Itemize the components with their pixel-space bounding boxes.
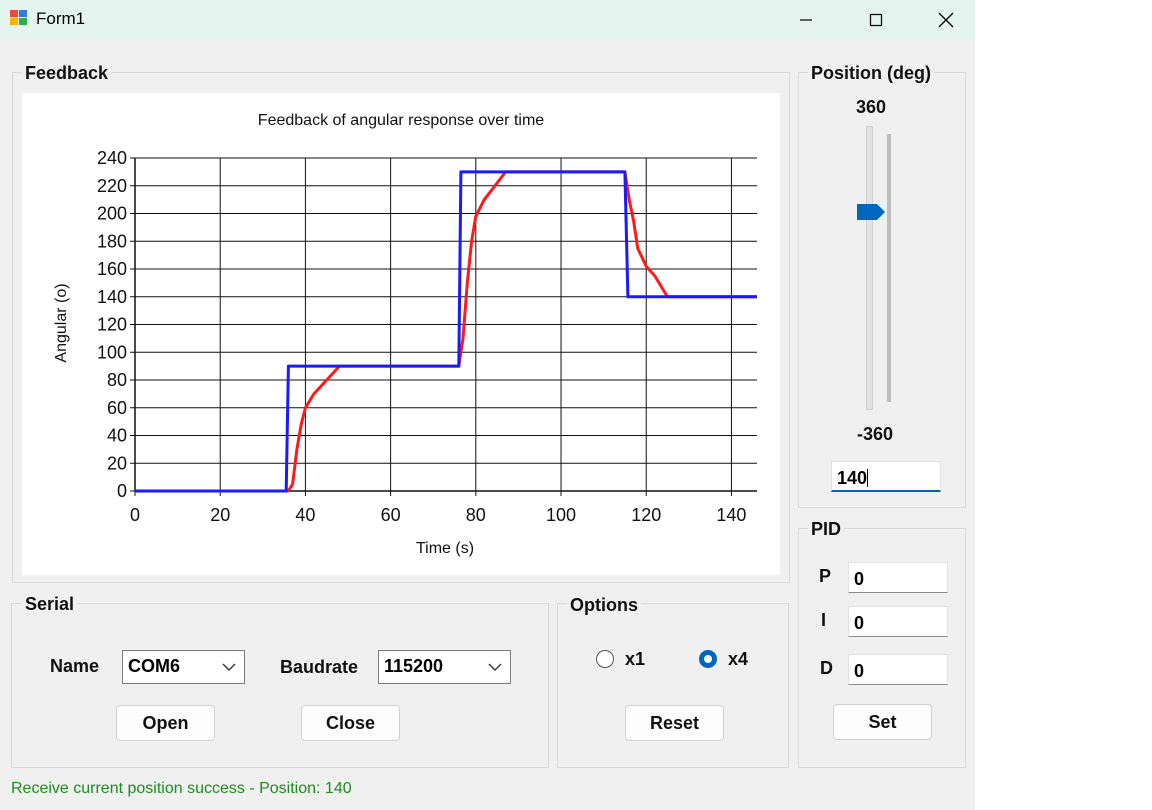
chart-title: Feedback of angular response over time: [258, 112, 544, 129]
d-input[interactable]: 0: [848, 654, 948, 685]
minimize-icon: [800, 19, 812, 21]
y-tick-labels: 0 20 40 60 80 100 120 140 160 180 200 220 240: [97, 148, 127, 501]
y-tick-label: 160: [97, 259, 127, 279]
radio-dot: [704, 655, 712, 663]
name-label: Name: [50, 656, 100, 676]
x4-label: x4: [728, 649, 749, 669]
options-group: [557, 603, 789, 768]
options-group-title: Options: [567, 594, 641, 616]
close-port-button[interactable]: Close: [301, 705, 400, 741]
x-tick-labels: 0 20 40 60 80 100 120 140: [130, 505, 746, 525]
pid-group-title: PID: [808, 518, 845, 540]
window-title: Form1: [36, 9, 86, 28]
baudrate-select[interactable]: 115200: [378, 650, 511, 684]
y-tick-label: 40: [107, 426, 127, 446]
baudrate-label: Baudrate: [280, 657, 359, 677]
close-icon: [938, 12, 954, 28]
main-window: Form1 Feedback 0 20 40 60 80 100 120 140 160 180 2…: [0, 0, 975, 810]
status-message: Receive current position success - Posit…: [11, 780, 352, 797]
set-button[interactable]: Set: [833, 704, 932, 740]
i-input[interactable]: 0: [848, 606, 948, 637]
chevron-down-icon: [222, 663, 236, 671]
position-input-value: 140: [837, 468, 868, 488]
x-tick-label: 40: [295, 505, 315, 525]
y-tick-label: 140: [97, 287, 127, 307]
y-tick-label: 180: [97, 231, 127, 251]
y-axis-label: Angular (o): [53, 283, 70, 362]
x-tick-label: 20: [210, 505, 230, 525]
x-tick-label: 60: [381, 505, 401, 525]
chart-grid: [130, 157, 757, 496]
reset-button[interactable]: Reset: [625, 705, 724, 741]
chart-area: 0 20 40 60 80 100 120 140 160 180 200 220 240 0 20 40 6…: [22, 93, 780, 575]
x-tick-label: 80: [466, 505, 486, 525]
series-line: [135, 170, 757, 493]
x-tick-label: 0: [130, 505, 140, 525]
baudrate-select-value: 115200: [384, 656, 444, 676]
maximize-icon: [869, 13, 883, 27]
p-input[interactable]: 0: [848, 562, 948, 593]
position-slider-thumb[interactable]: [856, 202, 886, 222]
port-select[interactable]: COM6: [122, 650, 245, 684]
x1-label: x1: [625, 649, 646, 669]
close-window-button[interactable]: [912, 0, 980, 40]
p-label: P: [819, 566, 832, 586]
x1-radio[interactable]: [596, 650, 614, 668]
port-select-value: COM6: [128, 656, 181, 676]
serial-group: [11, 603, 549, 768]
open-button[interactable]: Open: [116, 705, 215, 741]
title-bar: Form1: [0, 0, 975, 40]
y-tick-label: 220: [97, 176, 127, 196]
x-tick-label: 120: [631, 505, 661, 525]
position-slider-track[interactable]: [866, 126, 873, 410]
position-input[interactable]: 140: [831, 461, 941, 492]
position-group-title: Position (deg): [808, 62, 934, 84]
serial-group-title: Serial: [22, 593, 78, 615]
y-tick-label: 240: [97, 148, 127, 168]
minimize-button[interactable]: [772, 0, 840, 40]
series-line: [135, 170, 757, 493]
d-label: D: [820, 658, 833, 678]
position-max-label: 360: [856, 97, 887, 117]
x-tick-label: 100: [546, 505, 576, 525]
y-tick-label: 0: [117, 481, 127, 501]
maximize-button[interactable]: [842, 0, 910, 40]
x-axis-label: Time (s): [416, 540, 474, 557]
y-tick-label: 100: [97, 342, 127, 362]
i-label: I: [821, 610, 827, 630]
x-tick-label: 140: [716, 505, 746, 525]
x4-radio[interactable]: [699, 650, 717, 668]
y-tick-label: 20: [107, 453, 127, 473]
chart-series: [135, 170, 757, 493]
feedback-chart: 0 20 40 60 80 100 120 140 160 180 200 220 240 0 20 40 6…: [53, 112, 757, 557]
feedback-group-title: Feedback: [22, 62, 112, 84]
y-tick-label: 120: [97, 315, 127, 335]
text-cursor: [867, 469, 869, 487]
y-tick-label: 80: [107, 370, 127, 390]
position-slider-ticks: [887, 134, 891, 402]
position-min-label: -360: [857, 424, 894, 444]
y-tick-label: 60: [107, 398, 127, 418]
app-icon: [10, 10, 27, 25]
y-tick-label: 200: [97, 204, 127, 224]
chevron-down-icon: [488, 663, 502, 671]
